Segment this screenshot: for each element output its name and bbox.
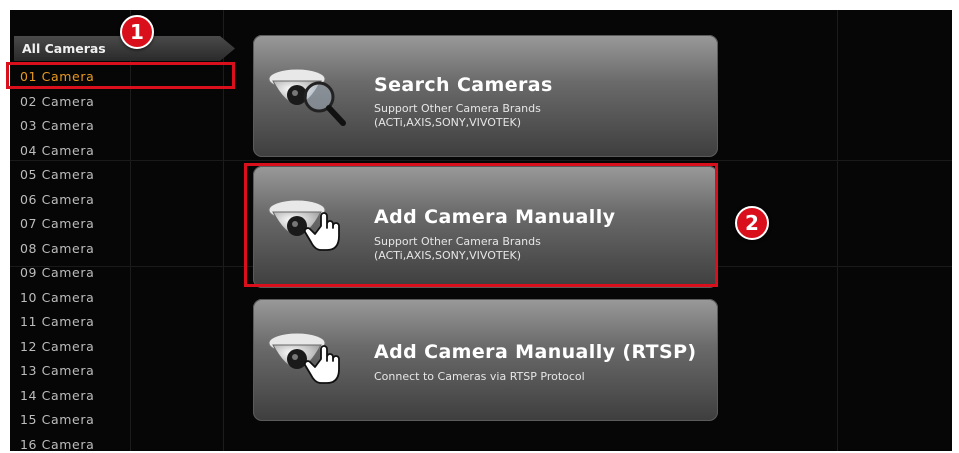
camera-hand-icon (268, 332, 340, 384)
search-cameras-brands: (ACTi,AXIS,SONY,VIVOTEK) (374, 116, 522, 129)
step1-badge: 1 (120, 15, 154, 49)
camera-item-02[interactable]: 02 Camera (20, 91, 220, 113)
all-cameras-label: All Cameras (22, 41, 106, 56)
camera-item-06[interactable]: 06 Camera (20, 189, 220, 211)
camera-item-14[interactable]: 14 Camera (20, 385, 220, 407)
camera-item-10[interactable]: 10 Camera (20, 287, 220, 309)
step2-badge: 2 (735, 206, 769, 240)
search-cameras-title: Search Cameras (374, 74, 553, 96)
camera-item-05[interactable]: 05 Camera (20, 164, 220, 186)
camera-item-11[interactable]: 11 Camera (20, 311, 220, 333)
step1-highlight-box (6, 62, 235, 89)
camera-item-13[interactable]: 13 Camera (20, 360, 220, 382)
add-camera-rtsp-subtitle: Connect to Cameras via RTSP Protocol (374, 370, 585, 383)
camera-item-07[interactable]: 07 Camera (20, 213, 220, 235)
grid-divider (837, 10, 838, 451)
camera-item-04[interactable]: 04 Camera (20, 140, 220, 162)
camera-item-15[interactable]: 15 Camera (20, 409, 220, 431)
camera-item-09[interactable]: 09 Camera (20, 262, 220, 284)
camera-search-icon (268, 68, 346, 126)
add-camera-rtsp-title: Add Camera Manually (RTSP) (374, 341, 697, 363)
camera-item-08[interactable]: 08 Camera (20, 238, 220, 260)
add-camera-rtsp-button[interactable]: Add Camera Manually (RTSP) Connect to Ca… (253, 299, 718, 421)
camera-item-16[interactable]: 16 Camera (20, 434, 220, 452)
search-cameras-button[interactable]: Search Cameras Support Other Camera Bran… (253, 35, 718, 157)
step2-highlight-box (244, 163, 718, 287)
camera-item-12[interactable]: 12 Camera (20, 336, 220, 358)
camera-item-03[interactable]: 03 Camera (20, 115, 220, 137)
search-cameras-subtitle: Support Other Camera Brands (374, 102, 541, 115)
